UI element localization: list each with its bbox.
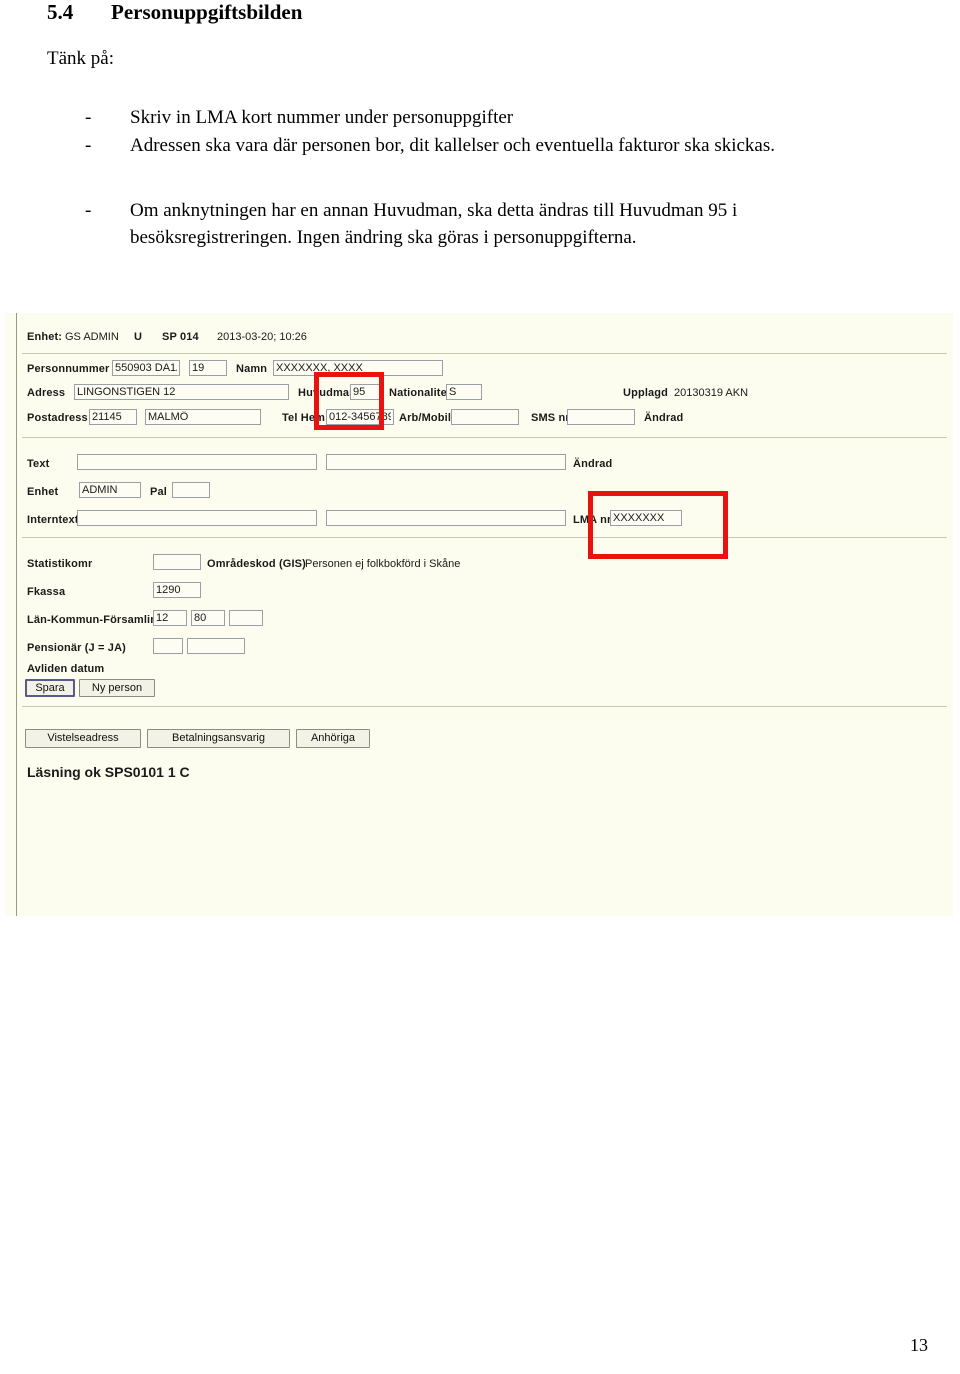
lan-input[interactable] [153, 610, 187, 626]
text-label: Text [27, 458, 50, 470]
user-code: U [134, 331, 143, 343]
text-input-2[interactable] [326, 454, 566, 470]
arb-mobil-label: Arb/Mobil [399, 412, 452, 424]
highlight-box-huvudman [314, 372, 384, 430]
upplagd-value: 20130319 AKN [674, 387, 749, 399]
nationalitet-label: Nationalitet [389, 387, 451, 399]
postadress-label: Postadress [27, 412, 88, 424]
highlight-box-lma-nr [588, 491, 728, 559]
pal-label: Pal [150, 486, 167, 498]
enhet-header-label: Enhet: [27, 331, 63, 343]
sms-input[interactable] [567, 409, 635, 425]
sms-label: SMS nr [531, 412, 570, 424]
interntext-input-1[interactable] [77, 510, 317, 526]
statistikomr-input[interactable] [153, 554, 201, 570]
nationalitet-input[interactable] [446, 384, 482, 400]
postort-input[interactable] [145, 409, 261, 425]
bullet-marker: - [85, 107, 92, 128]
fkassa-input[interactable] [153, 582, 201, 598]
anhoriga-button-label: Anhöriga [310, 732, 356, 744]
personnummer-label: Personnummer [27, 363, 110, 375]
bullet-text-1: Skriv in LMA kort nummer under personupp… [130, 107, 514, 128]
upplagd-label: Upplagd [623, 387, 669, 399]
embedded-application-screenshot: Enhet: GS ADMIN U SP 014 2013-03-20; 10:… [5, 313, 953, 916]
kommun-input[interactable] [191, 610, 225, 626]
betalningsansvarig-button[interactable]: Betalningsansvarig [147, 729, 290, 748]
personnummer-suffix-input[interactable] [189, 360, 227, 376]
divider-4 [22, 706, 947, 707]
section-number: 5.4 [47, 0, 74, 24]
divider-3 [22, 537, 947, 538]
adress-input[interactable] [74, 384, 289, 400]
bullet-item-2: - Adressen ska vara där personen bor, di… [85, 133, 890, 160]
pensionar-input-1[interactable] [153, 638, 183, 654]
betalningsansvarig-button-label: Betalningsansvarig [172, 732, 265, 744]
personnummer-input[interactable] [112, 360, 180, 376]
interntext-input-2[interactable] [326, 510, 566, 526]
intro-text: Tänk på: [47, 48, 115, 69]
interntext-label: Interntext [27, 514, 79, 526]
status-message: Läsning ok SPS0101 1 C [27, 764, 190, 780]
lan-kommun-forsamling-label: Län-Kommun-Församling [27, 614, 164, 626]
omradeskod-label: Områdeskod (GIS) [207, 558, 306, 570]
spara-button-label: Spara [35, 682, 65, 694]
bullet-item-3: - Om anknytningen har en annan Huvudman,… [85, 198, 890, 252]
pensionar-input-2[interactable] [187, 638, 245, 654]
window-scrollbar[interactable] [5, 313, 17, 916]
session-timestamp: 2013-03-20; 10:26 [217, 331, 307, 343]
spara-button[interactable]: Spara [25, 679, 75, 697]
enhet-input[interactable] [79, 482, 141, 498]
vistelseadress-button-label: Vistelseadress [47, 732, 119, 744]
arb-mobil-input[interactable] [451, 409, 519, 425]
application-form: Enhet: GS ADMIN U SP 014 2013-03-20; 10:… [17, 313, 953, 916]
bullet-marker: - [85, 135, 92, 156]
bullet-item-1: - Skriv in LMA kort nummer under personu… [85, 105, 890, 132]
andrad-label-1: Ändrad [644, 412, 684, 424]
divider-1 [22, 353, 947, 354]
enhet-field-label: Enhet [27, 486, 59, 498]
ny-person-button-label: Ny person [91, 682, 143, 694]
namn-label: Namn [236, 363, 268, 375]
text-input-1[interactable] [77, 454, 317, 470]
divider-2 [22, 437, 947, 438]
forsamling-input[interactable] [229, 610, 263, 626]
pal-input[interactable] [172, 482, 210, 498]
andrad-label-2: Ändrad [573, 458, 613, 470]
statistikomr-label: Statistikomr [27, 558, 93, 570]
fkassa-label: Fkassa [27, 586, 66, 598]
postnummer-input[interactable] [89, 409, 137, 425]
section-heading: 5.4 Personuppgiftsbilden [47, 0, 302, 25]
section-title: Personuppgiftsbilden [111, 0, 303, 24]
terminal-id: SP 014 [162, 331, 199, 343]
bullet-text-3: Om anknytningen har en annan Huvudman, s… [130, 200, 738, 248]
bullet-marker: - [85, 200, 92, 221]
pensionar-label: Pensionär (J = JA) [27, 642, 126, 654]
bullet-text-2: Adressen ska vara där personen bor, dit … [130, 135, 776, 156]
ny-person-button[interactable]: Ny person [79, 679, 155, 697]
vistelseadress-button[interactable]: Vistelseadress [25, 729, 141, 748]
enhet-header-value: GS ADMIN [65, 331, 119, 343]
adress-label: Adress [27, 387, 66, 399]
avliden-datum-label: Avliden datum [27, 663, 105, 675]
anhoriga-button[interactable]: Anhöriga [296, 729, 370, 748]
omradeskod-note: Personen ej folkbokförd i Skåne [305, 558, 461, 570]
page-number: 13 [910, 1335, 928, 1355]
